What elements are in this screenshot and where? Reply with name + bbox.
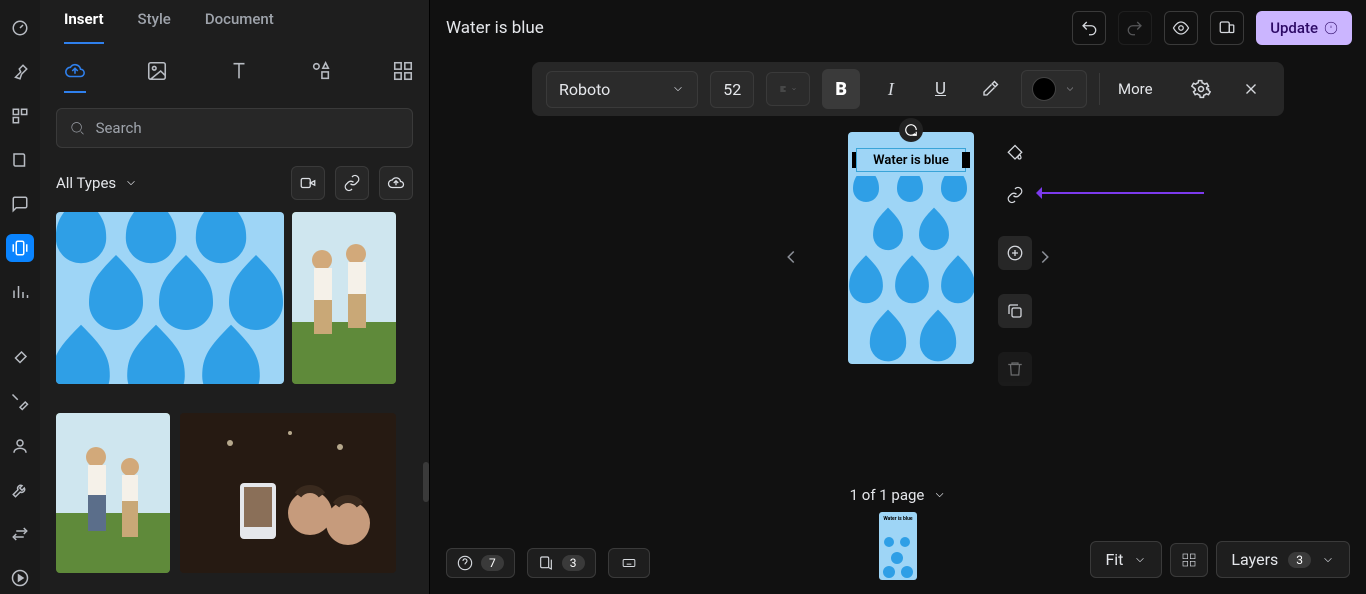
- help-count: 7: [481, 555, 504, 571]
- prev-page-arrow[interactable]: [780, 246, 802, 272]
- apps-icon[interactable]: [6, 102, 34, 130]
- book-icon[interactable]: [6, 146, 34, 174]
- analytics-icon[interactable]: [6, 278, 34, 306]
- subtab-upload[interactable]: [64, 61, 86, 93]
- next-page-arrow[interactable]: [1034, 246, 1056, 272]
- canvas[interactable]: Water is blue 1 of 1 page Water is blue: [430, 56, 1366, 594]
- annotation-arrow: [1038, 192, 1204, 194]
- tab-insert[interactable]: Insert: [64, 10, 104, 44]
- zoom-selector[interactable]: Fit: [1090, 541, 1162, 578]
- document-title[interactable]: Water is blue: [446, 18, 544, 38]
- dashboard-icon[interactable]: [6, 14, 34, 42]
- add-page-button[interactable]: [998, 236, 1032, 270]
- redo-button[interactable]: [1118, 11, 1152, 45]
- layers-count: 3: [1288, 552, 1311, 568]
- insert-panel: Insert Style Document All Types: [40, 0, 430, 594]
- rotate-handle[interactable]: [899, 118, 923, 142]
- search-field[interactable]: [96, 119, 400, 137]
- help-button[interactable]: 7: [446, 548, 515, 578]
- subtab-image[interactable]: [146, 61, 168, 93]
- page-indicator[interactable]: 1 of 1 page: [850, 486, 947, 504]
- keyboard-button[interactable]: [608, 548, 650, 578]
- text-layer[interactable]: Water is blue: [856, 148, 966, 172]
- layers-label: Layers: [1231, 550, 1278, 569]
- comments-button[interactable]: 3: [527, 548, 596, 578]
- record-video-button[interactable]: [291, 166, 325, 200]
- link-tool-button[interactable]: [998, 178, 1032, 212]
- zoom-label: Fit: [1105, 550, 1123, 569]
- tab-style[interactable]: Style: [138, 10, 171, 44]
- delete-button[interactable]: [998, 352, 1032, 386]
- asset-water-pattern[interactable]: [56, 212, 284, 384]
- preview-button[interactable]: [1164, 11, 1198, 45]
- fill-tool-button[interactable]: [998, 136, 1032, 170]
- pen-icon[interactable]: [6, 388, 34, 416]
- asset-kids-photo-vertical[interactable]: [292, 212, 396, 384]
- comments-count: 3: [562, 555, 585, 571]
- types-label: All Types: [56, 174, 116, 192]
- update-button[interactable]: Update: [1256, 11, 1352, 45]
- link-button[interactable]: [335, 166, 369, 200]
- layers-selector[interactable]: Layers 3: [1216, 541, 1350, 578]
- artboard[interactable]: Water is blue: [848, 132, 974, 364]
- undo-button[interactable]: [1072, 11, 1106, 45]
- play-icon[interactable]: [6, 564, 34, 592]
- grid-view-button[interactable]: [1170, 543, 1208, 577]
- duplicate-button[interactable]: [998, 294, 1032, 328]
- wrench-icon[interactable]: [6, 476, 34, 504]
- transfer-icon[interactable]: [6, 520, 34, 548]
- page-indicator-label: 1 of 1 page: [850, 486, 925, 504]
- tab-document[interactable]: Document: [205, 10, 274, 44]
- user-icon[interactable]: [6, 432, 34, 460]
- chat-icon[interactable]: [6, 190, 34, 218]
- asset-party-photo[interactable]: [180, 413, 396, 573]
- devices-button[interactable]: [1210, 11, 1244, 45]
- thumb-title: Water is blue: [883, 512, 912, 522]
- asset-kids-photo-wide[interactable]: [56, 413, 170, 573]
- subtab-text[interactable]: [228, 61, 250, 93]
- subtab-shape[interactable]: [310, 61, 332, 93]
- pin-icon[interactable]: [6, 58, 34, 86]
- types-dropdown[interactable]: All Types: [56, 174, 138, 192]
- page-thumbnail[interactable]: Water is blue: [879, 512, 917, 580]
- update-label: Update: [1270, 19, 1318, 37]
- brush-icon[interactable]: [6, 344, 34, 372]
- story-icon[interactable]: [6, 234, 34, 262]
- search-input[interactable]: [56, 108, 413, 148]
- asset-scrollbar[interactable]: [423, 462, 429, 502]
- subtab-widget[interactable]: [392, 61, 414, 93]
- resize-handle-right[interactable]: [962, 152, 970, 168]
- cloud-upload-button[interactable]: [379, 166, 413, 200]
